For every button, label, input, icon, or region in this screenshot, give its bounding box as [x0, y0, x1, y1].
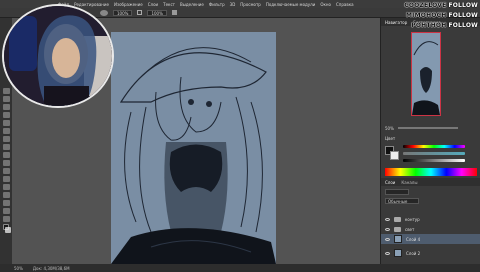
- move-tool-icon[interactable]: [2, 88, 10, 94]
- layer-thumbnail: [394, 249, 402, 257]
- layer-row[interactable]: свет: [381, 224, 480, 234]
- follow-alert: MIMOHOCH FOLLOW: [406, 12, 478, 19]
- shape-tool-icon[interactable]: [2, 200, 10, 206]
- layers-tabs: Слои Каналы: [381, 178, 480, 186]
- airbrush-icon[interactable]: [171, 10, 177, 15]
- folder-icon: [394, 226, 401, 232]
- marquee-tool-icon[interactable]: [2, 96, 10, 102]
- visibility-eye-icon[interactable]: [385, 227, 390, 231]
- menu-item-layers[interactable]: Слои: [148, 2, 158, 7]
- layer-row[interactable]: контур: [381, 214, 480, 224]
- type-tool-icon[interactable]: [2, 184, 10, 190]
- layer-row-selected[interactable]: Слой 4: [381, 234, 480, 244]
- pen-tool-icon[interactable]: [2, 176, 10, 182]
- layer-name: Слой 2: [406, 250, 421, 256]
- status-bar: 50% Док: 4,30M/38,6M: [0, 264, 480, 272]
- flow-field[interactable]: 100%: [147, 9, 167, 16]
- folder-icon: [394, 216, 401, 222]
- status-zoom[interactable]: 50%: [14, 266, 23, 271]
- brightness-slider[interactable]: [403, 159, 465, 162]
- zoom-slider[interactable]: [397, 127, 458, 129]
- follow-tag: FOLLOW: [448, 22, 478, 29]
- document-canvas[interactable]: [111, 32, 276, 264]
- follow-tag: FOLLOW: [448, 2, 478, 9]
- zoom-tool-icon[interactable]: [2, 216, 10, 222]
- menu-item-plugins[interactable]: Подключаемые модули: [266, 2, 316, 7]
- menu-item-select[interactable]: Выделение: [180, 2, 204, 7]
- menu-item-3d[interactable]: 3D: [230, 2, 236, 7]
- eraser-tool-icon[interactable]: [2, 144, 10, 150]
- color-spectrum-bar[interactable]: [385, 168, 477, 176]
- tab-navigator[interactable]: Навигатор: [385, 20, 407, 25]
- stream-follow-overlay: COOZELOVE FOLLOW MIMOHOCH FOLLOW POHTHOH FO…: [404, 2, 478, 34]
- hue-slider[interactable]: [403, 145, 465, 148]
- menu-item-window[interactable]: Окно: [320, 2, 331, 7]
- blur-tool-icon[interactable]: [2, 160, 10, 166]
- follow-alert: POHTHOH FOLLOW: [411, 22, 478, 29]
- streamer-webcam-image: [4, 6, 112, 106]
- navigator-zoom-value[interactable]: 50%: [385, 126, 394, 131]
- layer-name: Слой 4: [406, 236, 421, 242]
- visibility-eye-icon[interactable]: [385, 217, 390, 221]
- opacity-field[interactable]: 100%: [113, 9, 133, 16]
- menu-item-help[interactable]: Справка: [336, 2, 354, 7]
- color-panel-label: Цвет: [385, 136, 396, 141]
- brush-tool-icon[interactable]: [2, 128, 10, 134]
- eyedropper-tool-icon[interactable]: [2, 120, 10, 126]
- menu-item-type[interactable]: Текст: [163, 2, 175, 7]
- crop-tool-icon[interactable]: [2, 112, 10, 118]
- visibility-eye-icon[interactable]: [385, 237, 390, 241]
- menu-item-image[interactable]: Изображение: [114, 2, 143, 7]
- navigator-preview[interactable]: [411, 32, 441, 116]
- menu-item-filter[interactable]: Фильтр: [209, 2, 225, 7]
- gradient-tool-icon[interactable]: [2, 152, 10, 158]
- follow-alert: COOZELOVE FOLLOW: [404, 2, 478, 9]
- saturation-slider[interactable]: [403, 152, 465, 155]
- follower-name: COOZELOVE: [404, 2, 447, 9]
- right-panels: Навигатор Гистограмма 50% Цвет Слои Кана…: [380, 18, 480, 264]
- layers-panel: Слои Каналы Обычные контур свет Слой 4 С…: [381, 178, 480, 264]
- layer-name: контур: [405, 216, 420, 222]
- navigator-zoom-row: 50%: [381, 124, 480, 132]
- stamp-tool-icon[interactable]: [2, 136, 10, 142]
- visibility-eye-icon[interactable]: [385, 251, 390, 255]
- pressure-icon[interactable]: [137, 10, 143, 15]
- blend-mode-value: Обычные: [388, 199, 408, 204]
- tab-layers[interactable]: Слои: [385, 180, 395, 185]
- hand-tool-icon[interactable]: [2, 208, 10, 214]
- layer-thumbnail: [394, 235, 402, 243]
- layer-row[interactable]: Слой 2: [381, 248, 480, 258]
- blend-mode-select[interactable]: Обычные: [385, 198, 419, 204]
- lasso-tool-icon[interactable]: [2, 104, 10, 110]
- brush-preset-icon[interactable]: [100, 9, 108, 16]
- webcam-overlay: [2, 4, 114, 108]
- dodge-tool-icon[interactable]: [2, 168, 10, 174]
- layer-name: свет: [405, 226, 415, 232]
- menu-item-view[interactable]: Просмотр: [240, 2, 261, 7]
- follower-name: POHTHOH: [411, 22, 447, 29]
- tab-channels[interactable]: Каналы: [401, 180, 417, 185]
- lineart-illustration: [111, 32, 276, 264]
- follow-tag: FOLLOW: [448, 12, 478, 19]
- follower-name: MIMOHOCH: [406, 12, 447, 19]
- layer-search-field[interactable]: [385, 189, 409, 195]
- menu-item-edit[interactable]: Редактирование: [74, 2, 109, 7]
- navigator-thumbnail: [412, 33, 440, 115]
- path-select-tool-icon[interactable]: [2, 192, 10, 198]
- background-color-swatch[interactable]: [5, 227, 11, 233]
- status-doc-size: Док: 4,30M/38,6M: [32, 265, 70, 271]
- color-bg-swatch[interactable]: [390, 151, 399, 160]
